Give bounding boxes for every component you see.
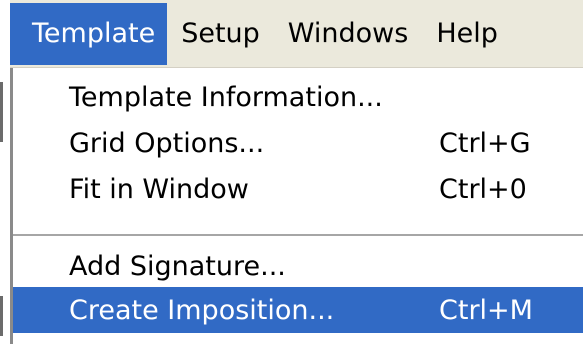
menu-item-grid-options[interactable]: Grid Options... Ctrl+G [13, 120, 583, 166]
edge-mark [0, 82, 3, 142]
menu-item-add-signature[interactable]: Add Signature... [13, 243, 583, 289]
menu-item-label: Create Imposition... [69, 294, 335, 326]
window-edge [0, 68, 10, 344]
menu-item-shortcut: Ctrl+0 [439, 173, 527, 205]
template-dropdown-menu: Template Information... Grid Options... … [10, 68, 583, 344]
edge-mark [0, 296, 3, 336]
menu-item-label: Grid Options... [69, 127, 265, 159]
menu-item-shortcut: Ctrl+G [439, 127, 531, 159]
menu-item-shortcut: Ctrl+M [439, 294, 533, 326]
menu-item-label: Fit in Window [69, 173, 249, 205]
menu-item-label: Add Signature... [69, 250, 286, 282]
menu-item-label: Template Information... [69, 81, 383, 113]
menu-item-template-information[interactable]: Template Information... [13, 74, 583, 120]
menu-setup[interactable]: Setup [167, 3, 274, 65]
menu-template[interactable]: Template [10, 2, 168, 65]
menu-item-create-imposition[interactable]: Create Imposition... Ctrl+M [13, 287, 583, 333]
menu-help[interactable]: Help [422, 3, 512, 65]
menu-item-fit-in-window[interactable]: Fit in Window Ctrl+0 [13, 166, 583, 212]
menu-bar: Template Setup Windows Help [10, 0, 583, 68]
menu-separator [13, 234, 583, 236]
menu-windows[interactable]: Windows [274, 3, 423, 65]
